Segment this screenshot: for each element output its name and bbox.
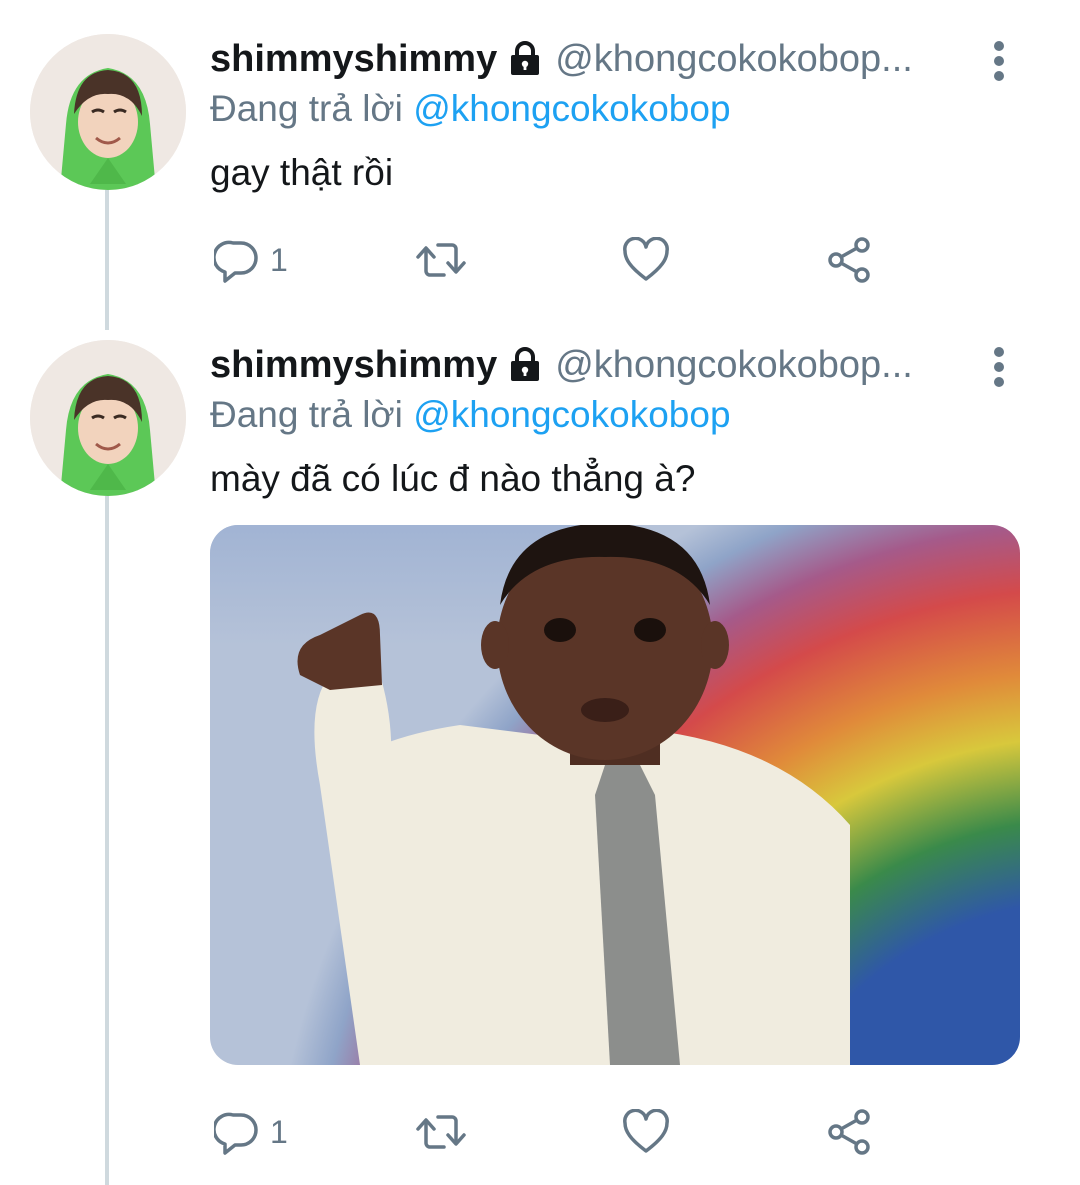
retweet-button[interactable]: [414, 230, 468, 290]
reply-button[interactable]: 1: [214, 230, 288, 290]
handle[interactable]: @khongcokokobop...: [555, 38, 913, 81]
mention-link[interactable]: @khongcokokobop: [413, 88, 730, 129]
lock-icon: [505, 39, 545, 79]
reply-icon: [214, 1112, 258, 1155]
tweet-media-image[interactable]: [210, 525, 1020, 1065]
tweet-text: mày đã có lúc đ nào thẳng à?: [210, 458, 696, 499]
replying-to-label: Đang trả lời: [210, 88, 403, 129]
share-icon: [828, 1109, 870, 1155]
reply-count: 1: [270, 1113, 288, 1150]
retweet-icon: [416, 243, 466, 277]
replying-to: Đang trả lời @khongcokokobop: [210, 88, 731, 130]
handle[interactable]: @khongcokokobop...: [555, 344, 913, 387]
retweet-icon: [416, 1115, 466, 1149]
tweet-header: shimmyshimmy @khongcokokobop...: [210, 34, 913, 84]
tweet-header: shimmyshimmy @khongcokokobop...: [210, 340, 913, 390]
tweet-actions: 1: [210, 1102, 910, 1162]
share-button[interactable]: [824, 1102, 874, 1162]
replying-to: Đang trả lời @khongcokokobop: [210, 394, 731, 436]
share-button[interactable]: [824, 230, 874, 290]
tweet-actions: 1: [210, 230, 910, 290]
reply-count: 1: [270, 241, 288, 278]
more-vertical-icon[interactable]: [985, 346, 1013, 388]
display-name[interactable]: shimmyshimmy: [210, 344, 497, 387]
replying-to-label: Đang trả lời: [210, 394, 403, 435]
reply-button[interactable]: 1: [214, 1102, 288, 1162]
mention-link[interactable]: @khongcokokobop: [413, 394, 730, 435]
tweet-text: gay thật rồi: [210, 152, 394, 193]
heart-icon: [623, 1109, 669, 1153]
heart-icon: [623, 237, 669, 281]
like-button[interactable]: [622, 230, 670, 290]
like-button[interactable]: [622, 1102, 670, 1162]
avatar[interactable]: [30, 340, 186, 496]
lock-icon: [505, 345, 545, 385]
retweet-button[interactable]: [414, 1102, 468, 1162]
tweet[interactable]: shimmyshimmy @khongcokokobop... Đang trả…: [0, 34, 1080, 304]
display-name[interactable]: shimmyshimmy: [210, 38, 497, 81]
tweet[interactable]: shimmyshimmy @khongcokokobop... Đang trả…: [0, 340, 1080, 1180]
avatar[interactable]: [30, 34, 186, 190]
share-icon: [828, 237, 870, 283]
reply-icon: [214, 240, 258, 283]
more-vertical-icon[interactable]: [985, 40, 1013, 82]
